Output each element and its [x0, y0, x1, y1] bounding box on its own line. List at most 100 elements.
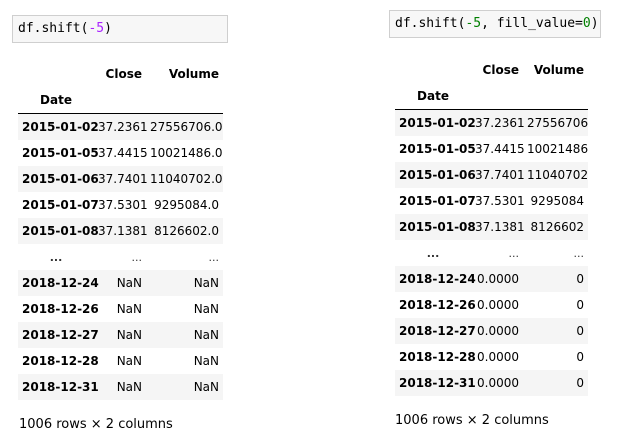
cell-volume: NaN [193, 302, 219, 316]
cell-close: 37.7401 [98, 172, 148, 186]
cell-close: 37.4415 [98, 146, 148, 160]
row-index-date: 2018-12-28 [399, 350, 476, 364]
cell-close: NaN [116, 354, 142, 368]
left-index-name: Date [18, 87, 94, 114]
right-table-row: 2018-12-24 0.0000 0 [395, 266, 588, 292]
cell-volume: NaN [193, 354, 219, 368]
cell-volume: 8126602.0 [154, 224, 219, 238]
left-table-row: 2018-12-28 NaN NaN [18, 348, 223, 374]
cell-close: 37.1381 [98, 224, 148, 238]
left-index-name-row: Date [18, 87, 223, 114]
left-table-row: 2018-12-26 NaN NaN [18, 296, 223, 322]
left-table-row: 2018-12-24 NaN NaN [18, 270, 223, 296]
cell-close: 0.0000 [477, 298, 519, 312]
cell-volume: NaN [193, 276, 219, 290]
right-code-arg: -5 [465, 16, 482, 31]
cell-volume: 10021486.0 [150, 146, 223, 160]
cell-close: 37.5301 [98, 198, 148, 212]
right-table-row: 2015-01-02 37.2361 27556706 [395, 109, 588, 136]
row-index-date: 2018-12-31 [22, 380, 99, 394]
left-row-count: 1006 rows × 2 columns [19, 417, 173, 432]
left-dataframe-table: Close Volume Date 2015-01-02 37.2361 27556… [18, 61, 223, 400]
left-code-close: ) [104, 21, 112, 36]
row-index-date: 2015-01-07 [399, 194, 476, 208]
cell-volume: ... [208, 250, 220, 264]
cell-close: 37.4415 [475, 142, 525, 156]
cell-volume: NaN [193, 328, 219, 342]
row-index-date: 2018-12-27 [399, 324, 476, 338]
cell-close: 0.0000 [477, 324, 519, 338]
cell-volume: 8126602 [530, 220, 584, 234]
cell-volume: 0 [576, 350, 584, 364]
cell-close: NaN [116, 276, 142, 290]
right-column-header-volume: Volume [533, 63, 584, 77]
left-column-header-volume: Volume [168, 67, 219, 81]
cell-close: 37.1381 [475, 220, 525, 234]
right-row-count: 1006 rows × 2 columns [395, 413, 549, 428]
row-index-date: 2015-01-08 [399, 220, 476, 234]
right-table-row: 2015-01-07 37.5301 9295084 [395, 188, 588, 214]
cell-volume: 0 [576, 324, 584, 338]
cell-close: NaN [116, 328, 142, 342]
cell-volume: 0 [576, 272, 584, 286]
left-table-row: ......... [18, 244, 223, 270]
left-table-row: 2015-01-02 37.2361 27556706.0 [18, 113, 223, 140]
row-index-date: 2018-12-26 [399, 298, 476, 312]
row-index-date: 2015-01-07 [22, 198, 99, 212]
cell-volume: 11040702.0 [150, 172, 223, 186]
left-table-row: 2015-01-05 37.4415 10021486.0 [18, 140, 223, 166]
left-column-header-close: Close [105, 67, 142, 81]
right-table-row: 2018-12-26 0.0000 0 [395, 292, 588, 318]
right-code-func: df.shift( [395, 16, 466, 31]
row-index-date: 2018-12-28 [22, 354, 99, 368]
left-table-row: 2015-01-06 37.7401 11040702.0 [18, 166, 223, 192]
row-index-date: 2015-01-02 [399, 116, 476, 130]
cell-volume: 27556706.0 [150, 120, 223, 134]
row-index-date: 2015-01-05 [399, 142, 476, 156]
cell-close: 37.2361 [475, 116, 525, 130]
left-table-row: 2015-01-07 37.5301 9295084.0 [18, 192, 223, 218]
right-table-row: 2018-12-31 0.0000 0 [395, 370, 588, 396]
right-column-header-row: Close Volume [395, 57, 588, 83]
left-table-row: 2018-12-31 NaN NaN [18, 374, 223, 400]
cell-close: NaN [116, 302, 142, 316]
right-table-row: 2015-01-08 37.1381 8126602 [395, 214, 588, 240]
row-index-date: 2018-12-31 [399, 376, 476, 390]
right-table-row: 2015-01-06 37.7401 11040702 [395, 162, 588, 188]
cell-volume: 9295084 [530, 194, 584, 208]
left-column-header-row: Close Volume [18, 61, 223, 87]
cell-volume: 9295084.0 [154, 198, 219, 212]
right-code-close: ) [590, 16, 599, 31]
left-table-row: 2015-01-08 37.1381 8126602.0 [18, 218, 223, 244]
cell-close: NaN [116, 380, 142, 394]
right-code-kwarg: , fill_value= [481, 16, 583, 31]
cell-volume: NaN [193, 380, 219, 394]
row-index-date: 2015-01-05 [22, 146, 99, 160]
row-index-date: 2015-01-06 [22, 172, 99, 186]
right-code-cell[interactable]: df.shift(-5, fill_value=0) [389, 10, 601, 38]
row-index-date: 2018-12-27 [22, 328, 99, 342]
left-code-cell[interactable]: df.shift(-5) [12, 15, 228, 43]
left-code-arg: -5 [88, 21, 105, 36]
right-index-name: Date [395, 83, 471, 110]
row-index-date: 2015-01-08 [22, 224, 99, 238]
right-table-row: ......... [395, 240, 588, 266]
right-column-header-close: Close [482, 63, 519, 77]
right-dataframe-table: Close Volume Date 2015-01-02 37.2361 27556… [395, 57, 588, 396]
cell-volume: ... [573, 246, 585, 260]
row-index-date: ... [49, 250, 63, 264]
right-index-name-row: Date [395, 83, 588, 110]
row-index-date: 2018-12-24 [399, 272, 476, 286]
row-index-date: 2015-01-06 [399, 168, 476, 182]
right-table-row: 2015-01-05 37.4415 10021486 [395, 136, 588, 162]
row-index-date: ... [426, 246, 440, 260]
cell-close: 0.0000 [477, 350, 519, 364]
left-corner-cell [18, 61, 94, 87]
row-index-date: 2018-12-26 [22, 302, 99, 316]
right-corner-cell [395, 57, 471, 83]
right-table-row: 2018-12-27 0.0000 0 [395, 318, 588, 344]
cell-close: 0.0000 [477, 272, 519, 286]
cell-close: 37.7401 [475, 168, 525, 182]
right-table-row: 2018-12-28 0.0000 0 [395, 344, 588, 370]
cell-close: 0.0000 [477, 376, 519, 390]
